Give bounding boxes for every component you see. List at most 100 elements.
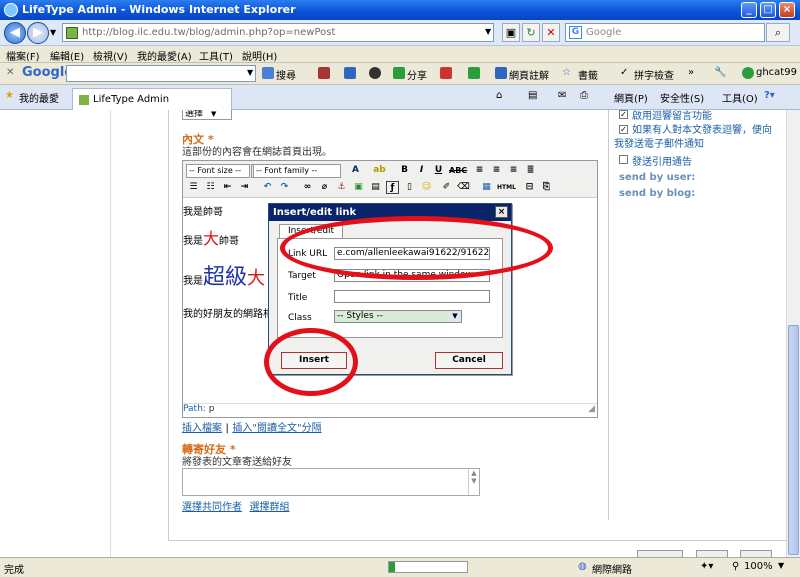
indent-icon[interactable]: ⇥ (238, 181, 251, 194)
forward-textarea[interactable]: ▲ ▼ (182, 468, 480, 496)
popup-icon[interactable] (318, 67, 330, 79)
home-icon[interactable]: ⌂ (496, 90, 502, 101)
redo-icon[interactable]: ↷ (278, 181, 291, 194)
menu-file[interactable]: 檔案(F) (6, 48, 40, 63)
gmail-icon[interactable] (440, 67, 452, 79)
publish-button[interactable] (740, 550, 772, 557)
more-chevron-icon[interactable]: » (688, 67, 694, 78)
print-icon[interactable]: ⎙ (580, 90, 588, 101)
history-dropdown-icon[interactable]: ▼ (50, 28, 56, 37)
refresh-icon[interactable]: ↻ (522, 23, 540, 42)
back-icon[interactable]: ◀ (4, 22, 26, 44)
forward-icon[interactable]: ▶ (27, 22, 49, 44)
maximize-button[interactable]: □ (760, 2, 776, 18)
paste-icon[interactable]: ⎘ (540, 181, 553, 194)
favorites-button[interactable]: 我的最愛 (19, 90, 59, 105)
spellcheck-button[interactable]: 拼字檢查 (634, 67, 674, 82)
link-icon[interactable]: ∞ (301, 181, 314, 194)
font-size-select[interactable]: -- Font size -- (186, 164, 250, 178)
font-family-select[interactable]: -- Font family -- (253, 164, 341, 178)
underline-icon[interactable]: U (432, 164, 445, 177)
align-justify-icon[interactable]: ≣ (524, 164, 537, 177)
class-select[interactable]: -- Styles -- ▼ (334, 310, 462, 323)
share-button[interactable]: 分享 (407, 67, 427, 82)
bold-icon[interactable]: B (398, 164, 411, 177)
comments-checkbox[interactable]: ✓ (619, 110, 628, 119)
insert-file-link[interactable]: 插入檔案 (182, 423, 222, 434)
cancel-button[interactable]: Cancel (435, 352, 503, 369)
close-button[interactable]: × (779, 2, 795, 18)
chevron-down-icon[interactable]: ▼ (485, 27, 491, 36)
chevron-down-icon[interactable]: ▼ (450, 311, 460, 322)
chevron-down-icon[interactable]: ▼ (247, 68, 253, 77)
bullet-list-icon[interactable]: ☰ (187, 181, 200, 194)
fullscreen-icon[interactable]: ▦ (480, 181, 493, 194)
column-divider (110, 110, 111, 557)
align-right-icon[interactable]: ≡ (507, 164, 520, 177)
align-left-icon[interactable]: ≡ (473, 164, 486, 177)
mail-icon[interactable]: ✉ (558, 90, 566, 101)
unlink-icon[interactable]: ⌀ (318, 181, 331, 194)
title-input[interactable] (334, 290, 490, 303)
textarea-scroll[interactable]: ▲ ▼ (468, 469, 479, 495)
flash-icon[interactable]: ƒ (386, 181, 399, 194)
resize-handle-icon[interactable]: ◢ (588, 404, 595, 414)
anchor-icon[interactable]: ⚓ (335, 181, 348, 194)
select-group-link[interactable]: 選擇群組 (250, 502, 290, 513)
menu-favorites[interactable]: 我的最愛(A) (137, 48, 192, 63)
menu-edit[interactable]: 編輯(E) (50, 48, 84, 63)
horizontal-rule-icon[interactable]: ⊟ (523, 181, 536, 194)
protected-mode-icon[interactable]: ✦▾ (700, 561, 713, 572)
chevron-down-icon[interactable]: ▼ (778, 561, 784, 570)
select-coauthor-link[interactable]: 選擇共同作者 (182, 502, 242, 513)
numbered-list-icon[interactable]: ☷ (204, 181, 217, 194)
emoticon-icon[interactable]: ☺ (420, 181, 433, 194)
preview-button[interactable] (637, 550, 683, 557)
close-toolbar-icon[interactable]: ✕ (6, 67, 14, 78)
compat-view-icon[interactable]: ▣ (502, 23, 520, 42)
zoom-level[interactable]: 100% (744, 561, 773, 572)
stop-icon[interactable]: ✕ (542, 23, 560, 42)
search-input[interactable]: G Google (565, 23, 765, 42)
menu-help[interactable]: 說明(H) (242, 48, 277, 63)
image-icon[interactable]: ▣ (352, 181, 365, 194)
highlight-icon[interactable]: ab (373, 164, 386, 177)
bookmarks-button[interactable]: 書籤 (578, 67, 598, 82)
page-menu[interactable]: 網頁(P) (614, 90, 648, 105)
tools-menu[interactable]: 工具(O) (722, 90, 758, 105)
help-icon[interactable]: ?▾ (764, 90, 775, 101)
google-toolbar-input[interactable]: ▼ (66, 65, 256, 82)
address-input[interactable]: http://blog.ilc.edu.tw/blog/admin.php?op… (62, 23, 494, 42)
globe-icon[interactable] (369, 67, 381, 79)
html-icon[interactable]: HTML (497, 181, 516, 194)
dialog-close-icon[interactable]: × (495, 206, 508, 218)
eraser-icon[interactable]: ⌫ (457, 181, 470, 194)
save-draft-button[interactable] (696, 550, 728, 557)
search-icon[interactable]: ⌕ (766, 23, 790, 42)
user-name[interactable]: ghcat99 (756, 67, 797, 78)
outdent-icon[interactable]: ⇤ (221, 181, 234, 194)
wrench-icon[interactable]: 🔧 (714, 67, 726, 78)
text-color-icon[interactable]: A (349, 164, 362, 177)
tab-lifetype-admin[interactable]: LifeType Admin (72, 88, 232, 110)
translate-icon[interactable] (468, 67, 480, 79)
strikethrough-icon[interactable]: ABC (449, 164, 467, 177)
undo-icon[interactable]: ↶ (261, 181, 274, 194)
google-search-button[interactable]: 搜尋 (276, 67, 296, 82)
trackback-checkbox[interactable] (619, 155, 628, 164)
feeds-icon[interactable]: ▤ (528, 90, 537, 101)
align-center-icon[interactable]: ≡ (490, 164, 503, 177)
annotation-button[interactable]: 網頁註解 (509, 67, 549, 82)
italic-icon[interactable]: I (415, 164, 428, 177)
plus-icon[interactable] (344, 67, 356, 79)
menu-tools[interactable]: 工具(T) (199, 48, 233, 63)
safety-menu[interactable]: 安全性(S) (660, 90, 704, 105)
insert-more-link[interactable]: 插入"閱讀全文"分隔 (232, 423, 321, 434)
cleanup-icon[interactable]: ✐ (440, 181, 453, 194)
menu-view[interactable]: 檢視(V) (93, 48, 128, 63)
media-icon[interactable]: ▤ (369, 181, 382, 194)
category-select[interactable]: 選擇 ▼ (182, 110, 232, 120)
file-icon[interactable]: ▯ (403, 181, 416, 194)
scroll-thumb[interactable] (788, 325, 799, 555)
minimize-button[interactable]: _ (741, 2, 757, 18)
